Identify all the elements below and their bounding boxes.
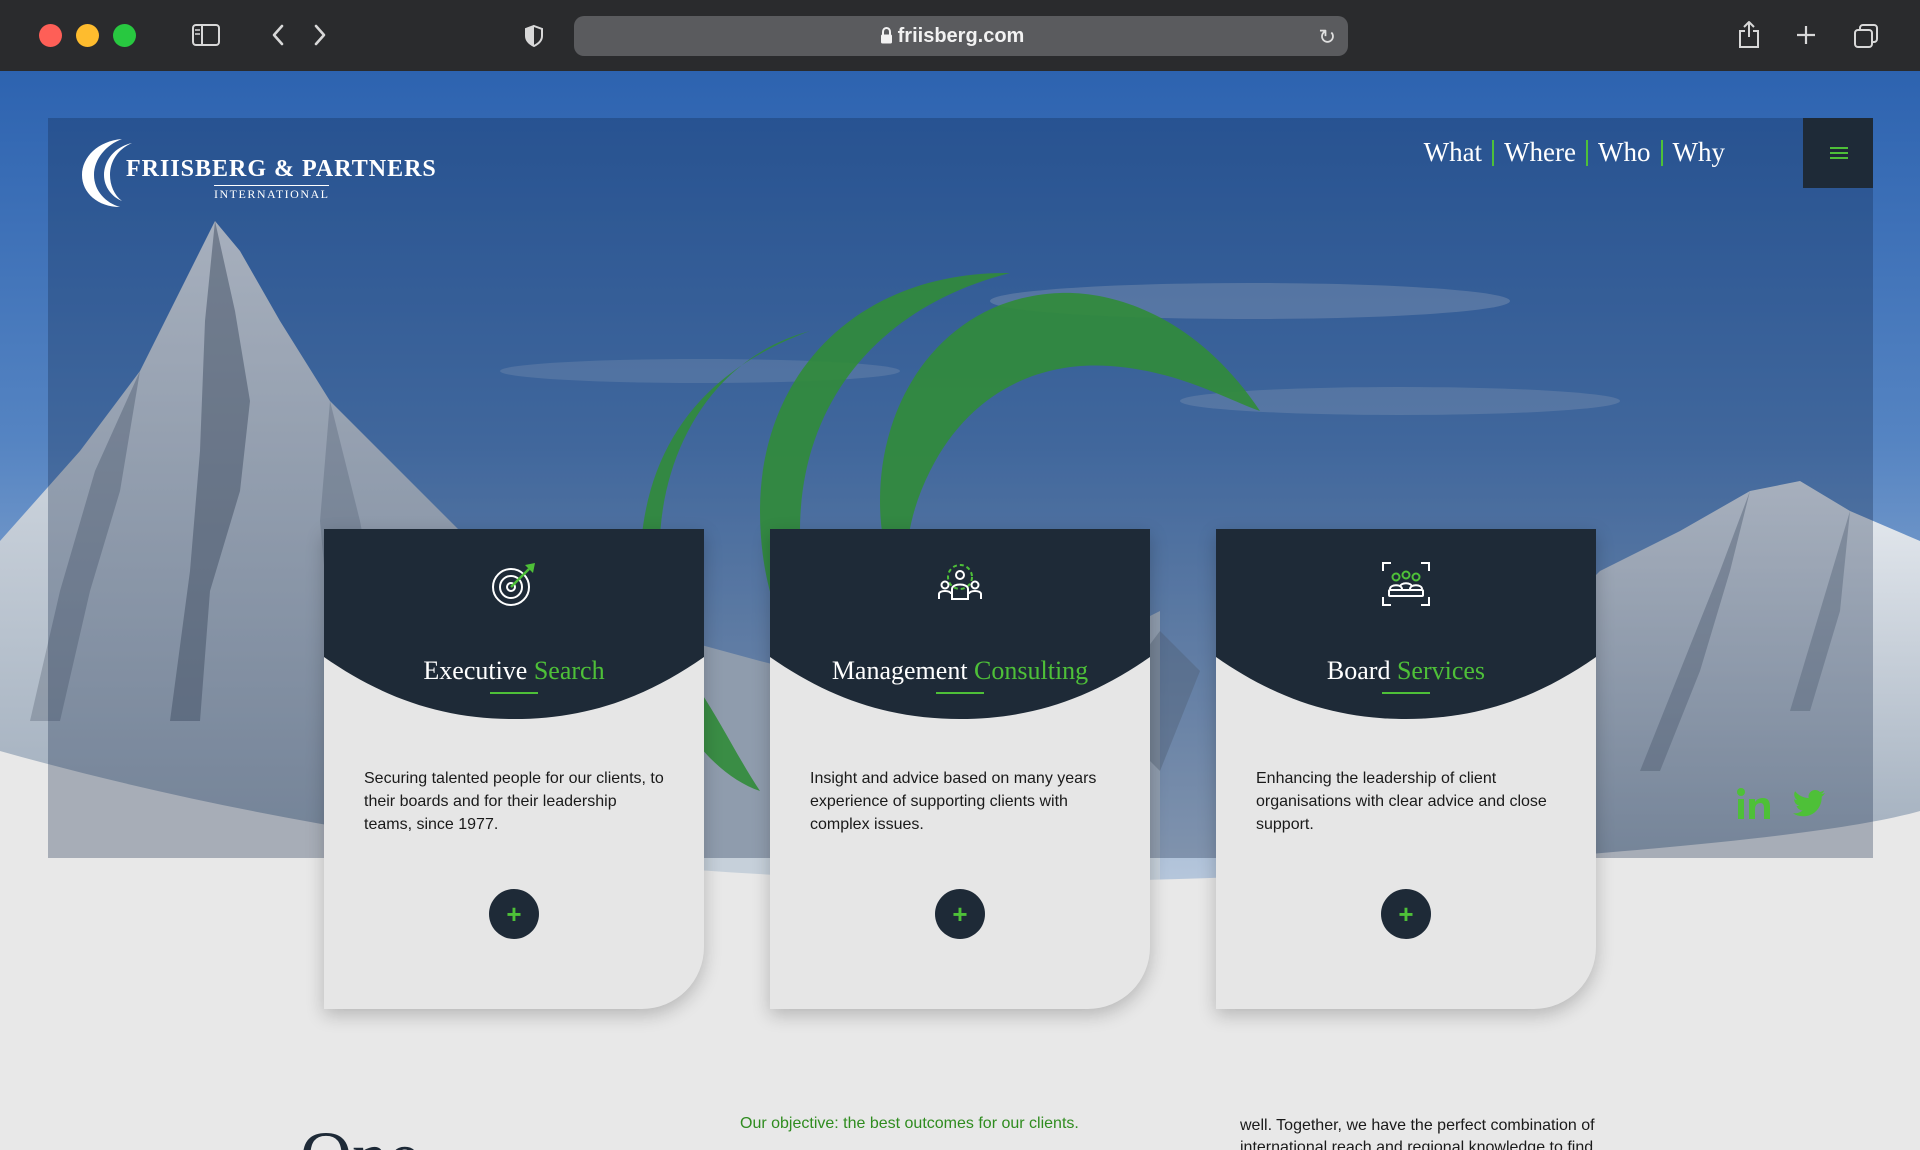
nav-why[interactable]: Why	[1663, 137, 1735, 168]
nav-who[interactable]: Who	[1588, 137, 1660, 168]
menu-line	[1830, 152, 1848, 154]
expand-button[interactable]: +	[1381, 889, 1431, 939]
card-title: Management Consulting	[770, 656, 1150, 686]
menu-line	[1830, 157, 1848, 159]
nav-where[interactable]: Where	[1494, 137, 1586, 168]
nav-what[interactable]: What	[1414, 137, 1492, 168]
boardroom-icon	[1382, 562, 1430, 606]
share-icon[interactable]	[1737, 19, 1761, 49]
card-title-accent: Consulting	[974, 656, 1089, 685]
address-bar[interactable]: friisberg.com ↻	[574, 16, 1348, 56]
card-description: Enhancing the leadership of client organ…	[1256, 770, 1547, 833]
main-nav: What Where Who Why	[1414, 137, 1735, 168]
card-description: Insight and advice based on many years e…	[810, 770, 1097, 833]
hamburger-menu-button[interactable]	[1803, 118, 1873, 188]
expand-button[interactable]: +	[489, 889, 539, 939]
close-window-button[interactable]	[39, 24, 62, 47]
minimize-window-button[interactable]	[76, 24, 99, 47]
logo-subtitle: INTERNATIONAL	[214, 185, 330, 201]
service-card-management-consulting: Management Consulting Insight and advice…	[770, 529, 1150, 1009]
service-card-board-services: Board Services Enhancing the leadership …	[1216, 529, 1596, 1009]
url-text: friisberg.com	[897, 25, 1025, 47]
card-title-accent: Services	[1396, 656, 1486, 685]
card-divider	[1382, 692, 1430, 694]
twitter-icon[interactable]	[1792, 789, 1826, 819]
back-icon[interactable]	[270, 23, 286, 47]
logo-name: FRIISBERG & PARTNERS	[126, 156, 437, 182]
card-divider	[936, 692, 984, 694]
card-title-accent: Search	[533, 656, 605, 685]
linkedin-icon[interactable]	[1736, 787, 1772, 821]
intro-text: well. Together, we have the perfect comb…	[1240, 1117, 1595, 1150]
card-title-main: Management	[831, 656, 968, 685]
menu-line	[1830, 147, 1848, 149]
logo[interactable]: FRIISBERG & PARTNERS INTERNATIONAL	[76, 135, 456, 215]
forward-icon[interactable]	[312, 23, 328, 47]
card-title: Executive Search	[324, 656, 704, 686]
sidebar-toggle-icon[interactable]	[192, 24, 220, 46]
reload-icon[interactable]: ↻	[1318, 25, 1336, 49]
card-description: Securing talented people for our clients…	[364, 770, 664, 833]
card-title-main: Executive	[423, 656, 528, 685]
privacy-shield-icon[interactable]	[524, 24, 544, 48]
card-divider	[490, 692, 538, 694]
objective-text: Our objective: the best outcomes for our…	[740, 1115, 1079, 1132]
target-icon	[492, 563, 535, 606]
card-title: Board Services	[1216, 656, 1596, 686]
browser-toolbar: friisberg.com ↻	[0, 0, 1920, 71]
zoom-window-button[interactable]	[113, 24, 136, 47]
team-gear-icon	[938, 564, 982, 600]
service-card-executive-search: Executive Search Securing talented peopl…	[324, 529, 704, 1009]
tab-overview-icon[interactable]	[1853, 23, 1879, 49]
new-tab-icon[interactable]	[1795, 24, 1817, 46]
section-heading: One	[300, 1121, 420, 1150]
expand-button[interactable]: +	[935, 889, 985, 939]
webpage: FRIISBERG & PARTNERS INTERNATIONAL What …	[0, 71, 1920, 1150]
card-title-main: Board	[1326, 656, 1391, 685]
